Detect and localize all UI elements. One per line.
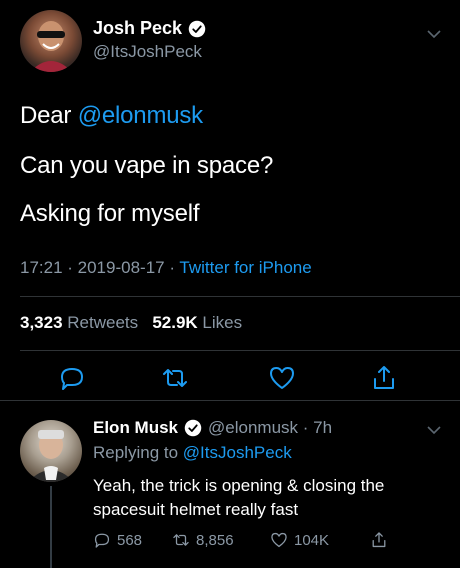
author-name[interactable]: Josh Peck <box>93 18 206 39</box>
divider <box>20 350 460 351</box>
thread-line <box>50 486 52 568</box>
avatar-josh[interactable] <box>20 10 82 72</box>
divider <box>20 296 460 297</box>
share-icon <box>372 532 386 548</box>
reply-retweet-button[interactable]: 8,856 <box>172 530 234 550</box>
reply-like-button[interactable]: 104K <box>270 530 329 550</box>
source-link[interactable]: Twitter for iPhone <box>179 258 311 277</box>
tweet-text-line3: Asking for myself <box>20 200 200 227</box>
chevron-down-icon[interactable] <box>426 26 442 42</box>
share-button[interactable] <box>370 364 398 392</box>
reply-author-name[interactable]: Elon Musk <box>93 418 178 438</box>
main-tweet: Josh Peck @ItsJoshPeck Dear @elonmusk Ca… <box>0 0 460 401</box>
likes-label: Likes <box>197 313 243 332</box>
chevron-down-icon[interactable] <box>426 422 442 438</box>
reply-text: Yeah, the trick is opening & closing the… <box>93 476 385 519</box>
reply-count: 568 <box>117 531 143 549</box>
tweet-text-line1: Dear @elonmusk <box>20 102 203 130</box>
divider <box>0 400 460 401</box>
tweet-meta: 17:21 · 2019-08-17 · Twitter for iPhone <box>20 258 312 278</box>
tweet-text-line2: Can you vape in space? <box>20 152 274 179</box>
replying-to: Replying to @ItsJoshPeck <box>93 443 292 463</box>
verified-badge-icon <box>188 20 206 37</box>
like-icon <box>271 532 287 548</box>
timestamp: 17:21 · 2019-08-17 · <box>20 258 180 277</box>
replying-mention-link[interactable]: @ItsJoshPeck <box>183 443 292 462</box>
retweet-icon <box>163 369 187 387</box>
reply-author[interactable]: Elon Musk @elonmusk · 7h <box>93 418 332 438</box>
reply-author-handle[interactable]: @elonmusk · 7h <box>208 418 332 438</box>
avatar-elon[interactable] <box>20 420 82 482</box>
reply-button[interactable] <box>58 364 86 392</box>
reply-share-button[interactable] <box>370 530 388 550</box>
retweets-label: Retweets <box>62 313 139 332</box>
reply-icon <box>61 368 83 390</box>
retweet-button[interactable] <box>161 364 189 392</box>
likes-stat[interactable]: 52.9K Likes <box>152 313 242 332</box>
tweet-text-prefix: Dear <box>20 102 78 129</box>
replying-prefix: Replying to <box>93 443 183 462</box>
verified-badge-icon <box>184 419 202 437</box>
share-icon <box>374 366 394 389</box>
reply-icon <box>94 533 110 548</box>
retweet-count: 8,856 <box>196 531 234 549</box>
like-icon <box>270 367 294 389</box>
retweets-count: 3,323 <box>20 313 63 332</box>
like-button[interactable] <box>268 364 296 392</box>
tweet-stats: 3,323 Retweets 52.9K Likes <box>20 313 242 333</box>
author-handle[interactable]: @ItsJoshPeck <box>93 42 202 62</box>
retweets-stat[interactable]: 3,323 Retweets <box>20 313 138 332</box>
like-count: 104K <box>294 531 330 549</box>
likes-count: 52.9K <box>152 313 198 332</box>
mention-link[interactable]: @elonmusk <box>78 102 203 129</box>
reply-reply-button[interactable]: 568 <box>93 530 142 550</box>
author-name-text[interactable]: Josh Peck <box>93 18 182 39</box>
retweet-icon <box>173 534 189 546</box>
